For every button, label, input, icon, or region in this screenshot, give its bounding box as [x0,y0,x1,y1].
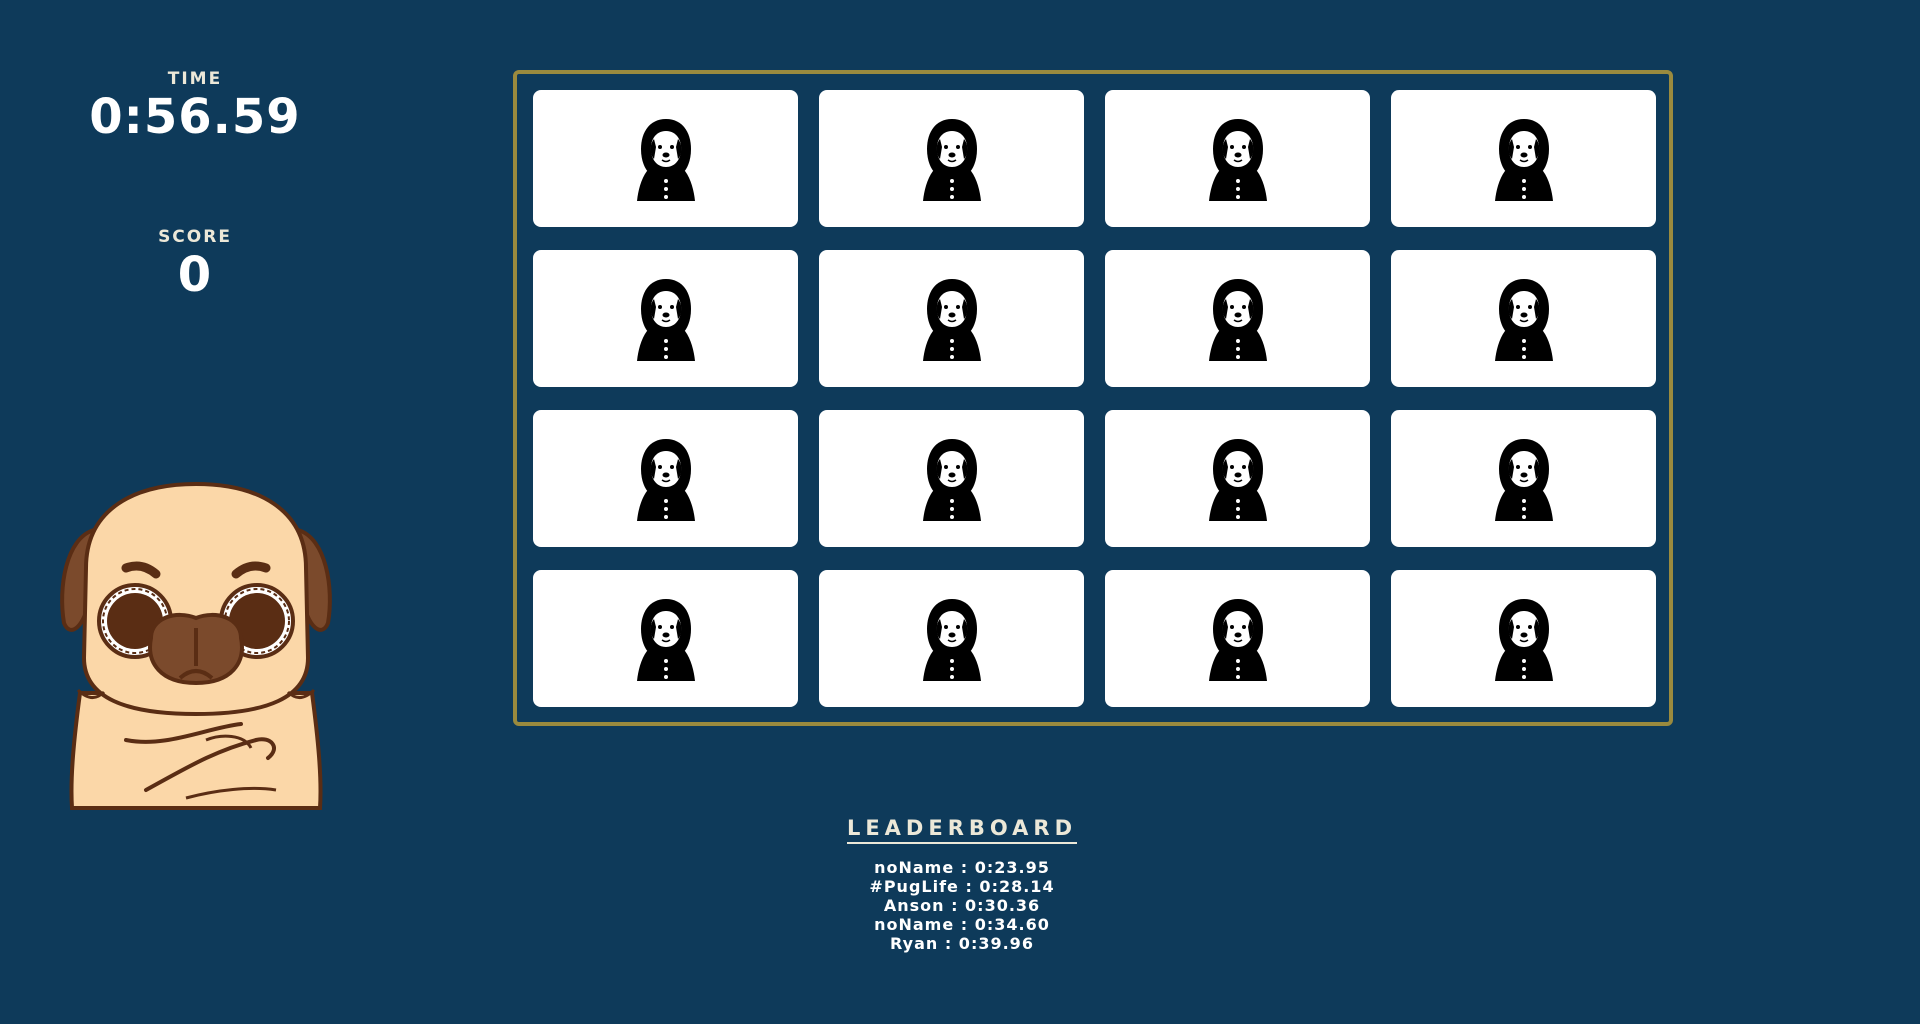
memory-card-5[interactable] [533,250,798,387]
hooded-dog-icon [1494,278,1553,361]
hooded-dog-icon [636,598,695,681]
hooded-dog-icon [1208,438,1267,521]
score-label: SCORE [158,227,232,247]
memory-card-8[interactable] [1391,250,1656,387]
hooded-dog-icon [1208,278,1267,361]
leaderboard-list: noName : 0:23.95 #PugLife : 0:28.14 Anson … [762,858,1162,953]
hooded-dog-icon [922,118,981,201]
leaderboard: LEADERBOARD noName : 0:23.95 #PugLife : 0… [762,816,1162,953]
score-panel: SCORE 0 [60,226,330,302]
memory-card-7[interactable] [1105,250,1370,387]
hooded-dog-icon [1494,118,1553,201]
leaderboard-entry: Ryan : 0:39.96 [890,934,1034,953]
hooded-dog-icon [922,598,981,681]
memory-card-15[interactable] [1105,570,1370,707]
game-board [513,70,1673,726]
memory-card-11[interactable] [1105,410,1370,547]
memory-card-13[interactable] [533,570,798,707]
pug-mascot-image [60,481,332,810]
hooded-dog-icon [1208,598,1267,681]
memory-card-14[interactable] [819,570,1084,707]
game-page: TIME 0:56.59 SCORE 0 LEADERBOARD noName … [0,0,1920,1024]
hooded-dog-icon [922,278,981,361]
hooded-dog-icon [636,278,695,361]
memory-card-9[interactable] [533,410,798,547]
hooded-dog-icon [1494,598,1553,681]
hooded-dog-icon [636,438,695,521]
memory-card-6[interactable] [819,250,1084,387]
hooded-dog-icon [636,118,695,201]
score-value: 0 [177,247,213,303]
memory-card-10[interactable] [819,410,1084,547]
leaderboard-entry: noName : 0:34.60 [874,915,1050,934]
memory-card-16[interactable] [1391,570,1656,707]
card-grid [533,90,1656,707]
leaderboard-entry: Anson : 0:30.36 [883,896,1041,915]
leaderboard-entry: #PugLife : 0:28.14 [869,877,1055,896]
memory-card-12[interactable] [1391,410,1656,547]
hooded-dog-icon [922,438,981,521]
memory-card-2[interactable] [819,90,1084,227]
memory-card-1[interactable] [533,90,798,227]
leaderboard-entry: noName : 0:23.95 [874,858,1050,877]
time-panel: TIME 0:56.59 [60,68,330,144]
time-value: 0:56.59 [89,89,301,145]
leaderboard-title: LEADERBOARD [846,816,1078,844]
memory-card-3[interactable] [1105,90,1370,227]
hooded-dog-icon [1494,438,1553,521]
time-label: TIME [167,69,223,89]
memory-card-4[interactable] [1391,90,1656,227]
hooded-dog-icon [1208,118,1267,201]
